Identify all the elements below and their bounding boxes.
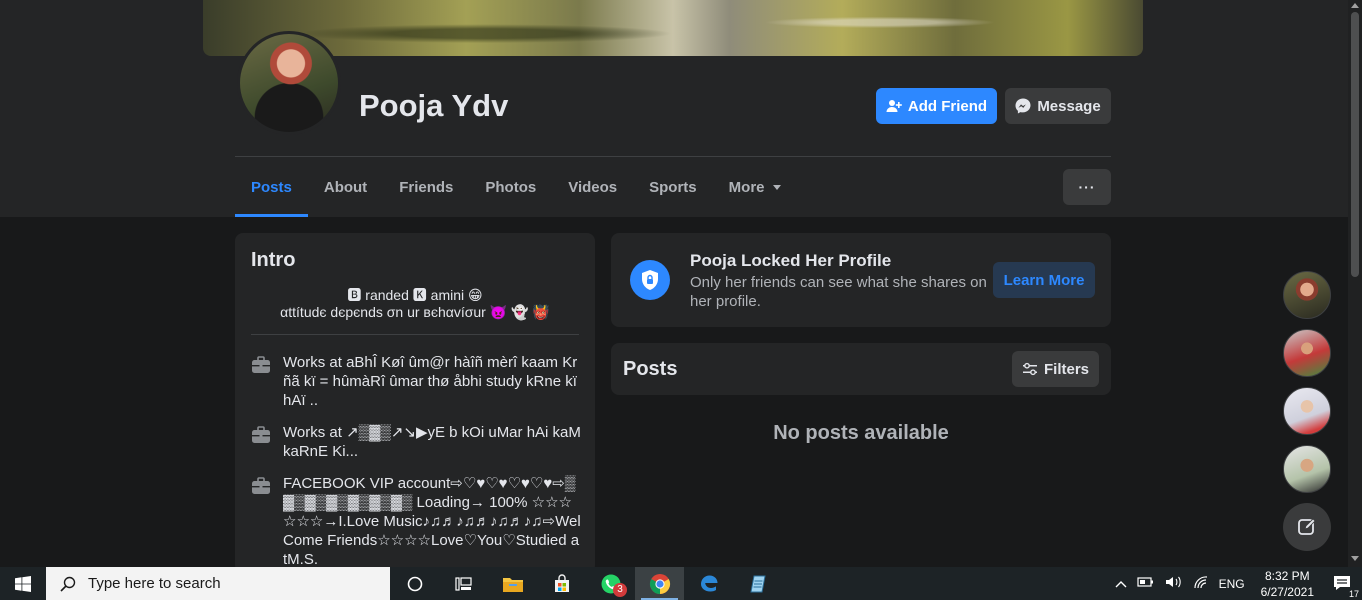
bio-line-1: 🅱 randed 🅺 amini 😁	[347, 287, 483, 303]
tab-photos[interactable]: Photos	[469, 158, 552, 217]
contact-avatar[interactable]	[1283, 445, 1331, 493]
chrome-button[interactable]	[635, 567, 684, 600]
tab-posts[interactable]: Posts	[235, 158, 308, 217]
action-center-button[interactable]: 17	[1332, 573, 1360, 599]
profile-name: Pooja Ydv	[359, 88, 509, 123]
work-item: Works at aBhÎ Køî ûm@r hàîñ mèrî kaam Kr…	[251, 353, 581, 410]
shield-lock-icon	[630, 260, 670, 300]
add-friend-icon	[886, 100, 902, 112]
scroll-down-arrow[interactable]	[1351, 556, 1359, 561]
briefcase-icon	[252, 477, 270, 494]
posts-title: Posts	[623, 358, 678, 380]
clock-date: 6/27/2021	[1260, 584, 1314, 599]
microsoft-store-button[interactable]	[537, 567, 586, 600]
work-item: Works at ↗▒▓▒↗↘▶yE b kOi uMar hAi kaM ka…	[251, 423, 581, 461]
intro-title: Intro	[251, 249, 296, 271]
scroll-up-arrow[interactable]	[1351, 3, 1359, 8]
filters-icon	[1022, 362, 1037, 376]
profile-picture[interactable]	[237, 31, 341, 135]
intro-card: Intro 🅱 randed 🅺 amini 😁 αttítudє dєpєnd…	[235, 233, 595, 573]
cover-photo[interactable]	[203, 0, 1143, 56]
language-indicator[interactable]: ENG	[1219, 577, 1245, 591]
wifi-icon[interactable]	[1193, 575, 1209, 592]
notepad-icon	[749, 575, 766, 592]
notification-count: 17	[1347, 588, 1360, 599]
briefcase-icon	[252, 356, 270, 373]
edge-button[interactable]	[684, 567, 733, 600]
tab-about-label: About	[323, 179, 368, 196]
locked-subtitle: Only her friends can see what she shares…	[690, 274, 987, 310]
task-view-button[interactable]	[439, 567, 488, 600]
work-item: FACEBOOK VIP account⇨♡♥♡♥♡♥♡♥⇨▒▓▒▓▒▓▒▓▒▓…	[251, 474, 581, 569]
contact-avatar[interactable]	[1283, 271, 1331, 319]
profile-tabs: Posts About Friends Photos Videos Sports…	[235, 158, 797, 217]
work-text: FACEBOOK VIP account⇨♡♥♡♥♡♥♡♥⇨▒▓▒▓▒▓▒▓▒▓…	[283, 475, 581, 568]
new-message-button[interactable]	[1283, 503, 1331, 551]
message-label: Message	[1037, 97, 1101, 115]
tab-videos[interactable]: Videos	[552, 158, 633, 217]
file-explorer-button[interactable]	[488, 567, 537, 600]
compose-icon	[1298, 518, 1316, 535]
start-button[interactable]	[0, 567, 46, 600]
scrollbar-thumb[interactable]	[1351, 12, 1359, 277]
messenger-icon	[1015, 98, 1031, 114]
locked-profile-card: Pooja Locked Her Profile Only her friend…	[611, 233, 1111, 327]
tab-about[interactable]: About	[308, 158, 383, 217]
system-tray: ENG 8:32 PM 6/27/2021 17	[1115, 567, 1362, 600]
intro-divider	[251, 334, 579, 335]
taskbar-search[interactable]: Type here to search	[46, 567, 390, 600]
no-posts-message: No posts available	[773, 422, 949, 444]
briefcase-icon	[252, 426, 270, 443]
windows-logo-icon	[15, 575, 31, 592]
bio-line-2: αttítudє dєpєnds σn ur вєhαvíσur 👿 👻 👹	[280, 304, 550, 320]
chevron-up-icon[interactable]	[1115, 577, 1127, 591]
whatsapp-button[interactable]: 3	[586, 567, 635, 600]
add-friend-label: Add Friend	[907, 97, 988, 115]
tab-friends[interactable]: Friends	[383, 158, 469, 217]
message-button[interactable]: Message	[1005, 88, 1111, 124]
tab-friends-label: Friends	[399, 179, 454, 196]
whatsapp-unread-badge: 3	[613, 583, 627, 597]
store-bag-icon	[554, 573, 569, 592]
tab-videos-label: Videos	[568, 179, 618, 196]
folder-icon	[502, 577, 523, 592]
edge-icon	[700, 575, 717, 591]
tab-photos-label: Photos	[485, 179, 537, 196]
clock[interactable]: 8:32 PM 6/27/2021	[1261, 568, 1314, 600]
work-text: Works at ↗▒▓▒↗↘▶yE b kOi uMar hAi kaM ka…	[283, 424, 581, 460]
tab-posts-label: Posts	[251, 179, 292, 196]
locked-title: Pooja Locked Her Profile	[690, 251, 892, 270]
task-view-icon	[454, 576, 472, 591]
chrome-icon	[649, 573, 670, 594]
posts-header-card: Posts Filters	[611, 343, 1111, 395]
windows-taskbar: Type here to search 3 ENG 8:32 PM 6/27/2…	[0, 567, 1362, 600]
profile-header: Pooja Ydv Add Friend Message Posts About…	[0, 0, 1348, 217]
learn-more-button[interactable]: Learn More	[993, 262, 1095, 298]
tab-sports[interactable]: Sports	[633, 158, 713, 217]
filters-label: Filters	[1043, 360, 1089, 378]
clock-time: 8:32 PM	[1264, 568, 1310, 583]
more-options-button[interactable]: ···	[1063, 169, 1111, 205]
volume-icon[interactable]	[1165, 575, 1183, 592]
tab-more[interactable]: More	[713, 158, 797, 217]
search-placeholder: Type here to search	[88, 575, 221, 592]
search-icon	[60, 576, 76, 592]
tab-more-label: More	[728, 179, 765, 196]
notepad-button[interactable]	[733, 567, 782, 600]
battery-icon[interactable]	[1136, 576, 1155, 591]
contact-avatar[interactable]	[1283, 329, 1331, 377]
caret-down-icon	[772, 185, 781, 190]
page-scrollbar[interactable]	[1348, 0, 1362, 567]
tab-sports-label: Sports	[649, 179, 697, 196]
add-friend-button[interactable]: Add Friend	[876, 88, 997, 124]
filters-button[interactable]: Filters	[1012, 351, 1099, 387]
header-divider	[235, 156, 1111, 157]
work-text: Works at aBhÎ Køî ûm@r hàîñ mèrî kaam Kr…	[283, 354, 578, 409]
contact-avatar[interactable]	[1283, 387, 1331, 435]
cortana-circle-icon	[407, 576, 422, 591]
cortana-button[interactable]	[390, 567, 439, 600]
